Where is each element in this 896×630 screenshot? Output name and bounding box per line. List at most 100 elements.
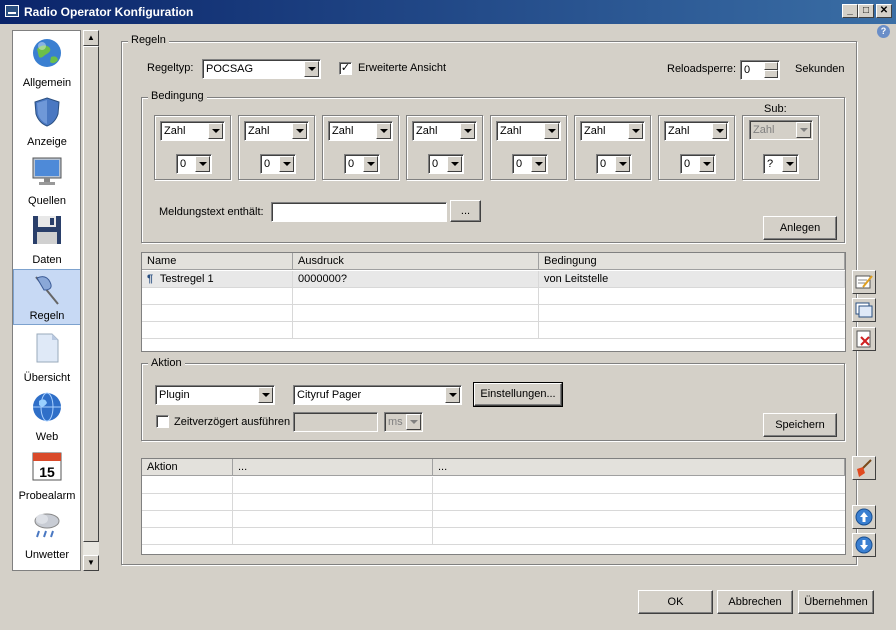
einstellungen-button[interactable]: Einstellungen... <box>473 382 563 407</box>
rules-table: Name Ausdruck Bedingung ¶ Testregel 1 00… <box>141 252 846 352</box>
minimize-button[interactable]: _ <box>842 4 858 18</box>
table-row[interactable] <box>142 305 845 322</box>
delay-unit-select[interactable]: ms <box>384 412 423 432</box>
clear-actions-button[interactable] <box>852 456 876 480</box>
chevron-down-icon[interactable] <box>376 123 391 139</box>
chevron-down-icon[interactable] <box>258 387 273 403</box>
anlegen-button[interactable]: Anlegen <box>763 216 837 240</box>
condition-type-select[interactable]: Zahl <box>664 121 729 141</box>
chevron-down-icon[interactable] <box>782 156 797 172</box>
zeitverzoegert-checkbox[interactable] <box>156 415 169 428</box>
sidebar-item-label: Allgemein <box>22 77 72 89</box>
table-row[interactable] <box>142 494 845 511</box>
condition-type-select[interactable]: Zahl <box>328 121 393 141</box>
delete-rule-button[interactable] <box>852 327 876 351</box>
column-header[interactable]: ... <box>433 459 845 476</box>
column-header[interactable]: ... <box>233 459 433 476</box>
table-row[interactable]: ¶ Testregel 1 0000000? von Leitstelle <box>142 271 845 288</box>
delay-input[interactable] <box>293 412 378 432</box>
sidebar-item-web[interactable]: Web <box>13 387 80 445</box>
arrow-up-icon <box>855 508 873 526</box>
condition-type-select[interactable]: Zahl <box>160 121 225 141</box>
meldungstext-input[interactable] <box>271 202 447 222</box>
chevron-down-icon[interactable] <box>363 156 378 172</box>
condition-value-select[interactable]: 0 <box>176 154 212 174</box>
aktion-type-select[interactable]: Plugin <box>155 385 275 405</box>
regeltyp-select[interactable]: POCSAG <box>202 59 321 79</box>
spin-up-button[interactable] <box>764 62 778 70</box>
condition-type-select[interactable]: Zahl <box>244 121 309 141</box>
chevron-down-icon[interactable] <box>279 156 294 172</box>
chevron-down-icon[interactable] <box>699 156 714 172</box>
sidebar-item-anzeige[interactable]: Anzeige <box>13 92 80 150</box>
scroll-thumb[interactable] <box>83 46 99 542</box>
condition-value-select[interactable]: 0 <box>428 154 464 174</box>
spin-down-button[interactable] <box>764 70 778 78</box>
column-header[interactable]: Ausdruck <box>293 253 539 270</box>
plugin-select[interactable]: Cityruf Pager <box>293 385 462 405</box>
close-button[interactable]: ✕ <box>876 4 892 18</box>
condition-slot: Zahl 0 <box>406 115 483 180</box>
chevron-down-icon[interactable] <box>615 156 630 172</box>
sidebar-item-probealarm[interactable]: 15 Probealarm <box>13 446 80 504</box>
table-row[interactable] <box>142 322 845 339</box>
erweiterte-ansicht-checkbox[interactable]: ✓ <box>339 62 352 75</box>
scroll-down-button[interactable]: ▼ <box>83 555 99 571</box>
meldungstext-browse-button[interactable]: ... <box>450 200 481 222</box>
table-row[interactable] <box>142 511 845 528</box>
condition-type-select[interactable]: Zahl <box>496 121 561 141</box>
speichern-button[interactable]: Speichern <box>763 413 837 437</box>
maximize-button[interactable]: □ <box>858 4 874 18</box>
table-row[interactable] <box>142 477 845 494</box>
column-header[interactable]: Bedingung <box>539 253 845 270</box>
condition-value-select[interactable]: 0 <box>260 154 296 174</box>
scroll-up-button[interactable]: ▲ <box>83 30 99 46</box>
chevron-down-icon[interactable] <box>292 123 307 139</box>
sidebar-item-daten[interactable]: Daten <box>13 210 80 268</box>
move-down-button[interactable] <box>852 533 876 557</box>
chevron-down-icon[interactable] <box>544 123 559 139</box>
help-icon[interactable]: ? <box>877 25 890 38</box>
chevron-down-icon[interactable] <box>460 123 475 139</box>
sub-value-select[interactable]: ? <box>763 154 799 174</box>
chevron-down-icon[interactable] <box>195 156 210 172</box>
condition-slot: Zahl 0 <box>154 115 231 180</box>
sidebar-item-quellen[interactable]: Quellen <box>13 151 80 209</box>
column-header[interactable]: Name <box>142 253 293 270</box>
sidebar-item-allgemein[interactable]: Allgemein <box>13 33 80 91</box>
chevron-down-icon[interactable] <box>208 123 223 139</box>
condition-type-select[interactable]: Zahl <box>412 121 477 141</box>
condition-value-select[interactable]: 0 <box>680 154 716 174</box>
chevron-down-icon[interactable] <box>447 156 462 172</box>
condition-type-select[interactable]: Zahl <box>580 121 645 141</box>
floppy-disk-icon <box>33 216 61 244</box>
apply-button[interactable]: Übernehmen <box>798 590 874 614</box>
column-header[interactable]: Aktion <box>142 459 233 476</box>
edit-rule-button[interactable] <box>852 270 876 294</box>
chevron-down-icon[interactable] <box>712 123 727 139</box>
sidebar-item-uebersicht[interactable]: Übersicht <box>13 328 80 386</box>
move-up-button[interactable] <box>852 505 876 529</box>
condition-value-select[interactable]: 0 <box>344 154 380 174</box>
sidebar-item-unwetter[interactable]: Unwetter <box>13 505 80 563</box>
sidebar-item-label: Unwetter <box>24 549 70 561</box>
zeitverzoegert-label: Zeitverzögert ausführen <box>174 416 291 428</box>
table-row[interactable] <box>142 288 845 305</box>
sidebar-scrollbar[interactable]: ▲ ▼ <box>83 30 99 571</box>
chevron-down-icon[interactable] <box>304 61 319 77</box>
sidebar-item-label: Quellen <box>28 195 66 207</box>
table-row[interactable] <box>142 528 845 545</box>
copy-rule-button[interactable] <box>852 298 876 322</box>
condition-value-select[interactable]: 0 <box>512 154 548 174</box>
sidebar-item-regeln[interactable]: Regeln <box>13 269 80 325</box>
reloadsperre-spinner[interactable]: 0 <box>740 60 780 80</box>
ok-button[interactable]: OK <box>638 590 713 614</box>
chevron-down-icon[interactable] <box>796 122 811 138</box>
chevron-down-icon[interactable] <box>406 414 421 430</box>
chevron-down-icon[interactable] <box>628 123 643 139</box>
cancel-button[interactable]: Abbrechen <box>717 590 793 614</box>
chevron-down-icon[interactable] <box>531 156 546 172</box>
sub-type-select[interactable]: Zahl <box>749 120 813 140</box>
chevron-down-icon[interactable] <box>445 387 460 403</box>
condition-value-select[interactable]: 0 <box>596 154 632 174</box>
